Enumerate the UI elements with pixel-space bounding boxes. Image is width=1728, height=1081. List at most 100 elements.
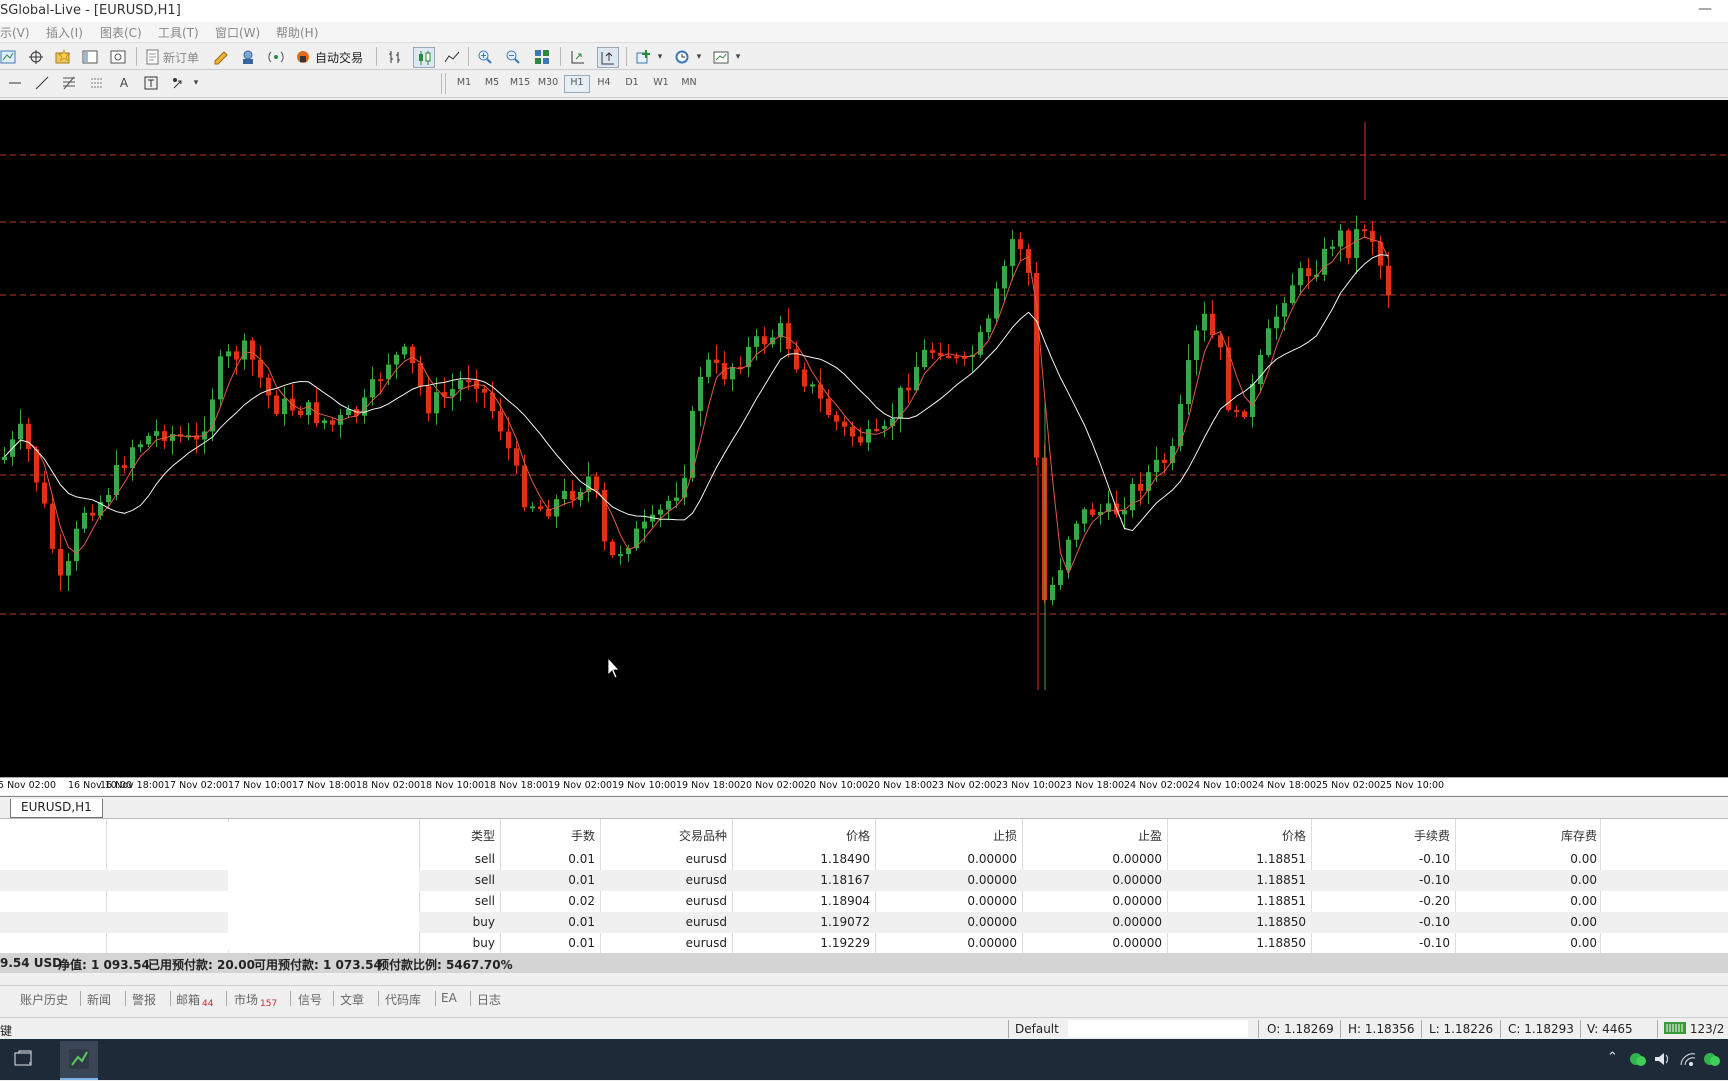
auto-trading-icon[interactable]	[293, 47, 313, 66]
task-view-icon[interactable]	[13, 1049, 33, 1073]
candle-body	[1178, 403, 1183, 447]
channel-icon[interactable]	[87, 73, 107, 92]
column-header[interactable]: 手数	[571, 827, 595, 844]
candlestick-icon[interactable]	[413, 47, 435, 68]
crosshair-icon[interactable]	[26, 47, 46, 66]
equity-text: 净值: 1 093.54	[58, 958, 150, 972]
network-icon[interactable]	[1679, 1050, 1697, 1072]
candlestick-chart-canvas[interactable]	[0, 100, 1728, 777]
new-chart-icon[interactable]	[0, 47, 18, 66]
new-order-button[interactable]: 新订单	[163, 49, 199, 66]
signals-icon[interactable]	[266, 47, 286, 66]
position-cell: 0.00	[1570, 936, 1597, 950]
text-label-icon[interactable]	[141, 73, 161, 92]
candle-body	[66, 561, 71, 576]
candle-body	[394, 354, 399, 365]
column-header[interactable]: 价格	[1282, 827, 1306, 844]
candle-body	[1242, 411, 1247, 417]
tester-icon[interactable]	[108, 47, 128, 66]
text-tool-icon[interactable]: A	[114, 73, 134, 92]
menu-view[interactable]: 示(V)	[0, 24, 30, 41]
terminal-tab[interactable]: EA	[441, 991, 457, 1005]
navigator-icon[interactable]	[80, 47, 100, 66]
tray-chevron-icon[interactable]: ⌃	[1607, 1050, 1618, 1065]
chevron-down-icon[interactable]: ▾	[728, 47, 748, 66]
column-header[interactable]: 类型	[471, 827, 495, 844]
line-chart-icon[interactable]	[442, 47, 462, 66]
zoom-out-icon[interactable]	[503, 47, 523, 66]
chart-tab-eurusd-h1[interactable]: EURUSD,H1	[10, 799, 103, 818]
timeframe-mn[interactable]: MN	[677, 75, 701, 91]
time-axis-label: 17 Nov 02:00	[164, 780, 229, 791]
timeframe-m5[interactable]: M5	[480, 75, 504, 91]
position-cell: -0.10	[1418, 852, 1450, 866]
candle-body	[954, 356, 959, 359]
auto-trading-button[interactable]: 自动交易	[315, 49, 363, 66]
community-icon[interactable]	[238, 47, 258, 66]
fibonacci-icon[interactable]	[59, 73, 79, 92]
minimize-button[interactable]: —	[1690, 0, 1720, 22]
candle-body	[754, 336, 759, 347]
chevron-down-icon[interactable]: ▾	[650, 47, 670, 66]
column-header[interactable]: 手续费	[1414, 827, 1450, 844]
timeframe-h1[interactable]: H1	[564, 75, 590, 93]
mt4-taskbar-button[interactable]	[60, 1041, 98, 1080]
menu-window[interactable]: 窗口(W)	[215, 24, 260, 41]
favorites-icon[interactable]	[53, 47, 73, 66]
timeframe-d1[interactable]: D1	[620, 75, 644, 91]
trendline-icon[interactable]	[32, 73, 52, 92]
bar-chart-icon[interactable]	[385, 47, 405, 66]
candle-body	[522, 465, 527, 508]
position-cell: 0.00	[1570, 894, 1597, 908]
terminal-tab[interactable]: 日志	[477, 991, 501, 1008]
terminal-tab[interactable]: 市场 157	[234, 991, 277, 1009]
connection-status[interactable]: 123/2	[1664, 1022, 1724, 1036]
terminal-tab[interactable]: 代码库	[385, 991, 421, 1008]
terminal-tab[interactable]: 邮箱 44	[176, 991, 213, 1009]
terminal-tab[interactable]: 信号	[298, 991, 322, 1008]
candle-body	[218, 356, 223, 400]
terminal-tab[interactable]: 警报	[132, 991, 156, 1008]
auto-scroll-icon[interactable]	[568, 47, 588, 66]
timeframe-w1[interactable]: W1	[649, 75, 673, 91]
wechat-tray-icon[interactable]	[1629, 1050, 1647, 1072]
menu-help[interactable]: 帮助(H)	[276, 24, 318, 41]
column-header[interactable]: 价格	[846, 827, 870, 844]
chart-shift-icon[interactable]	[597, 47, 619, 68]
column-header[interactable]: 止盈	[1138, 827, 1162, 844]
terminal-tab[interactable]: 文章	[340, 991, 364, 1008]
candle-body	[426, 386, 431, 414]
metaeditor-icon[interactable]	[211, 47, 231, 66]
horizontal-line-icon[interactable]	[5, 73, 25, 92]
timeframe-h4[interactable]: H4	[592, 75, 616, 91]
terminal-tab[interactable]: 新闻	[87, 991, 111, 1008]
menu-tools[interactable]: 工具(T)	[158, 24, 199, 41]
position-cell: sell	[474, 894, 495, 908]
ohlc-open: O: 1.18269	[1267, 1022, 1334, 1036]
timeframe-m1[interactable]: M1	[452, 75, 476, 91]
chevron-down-icon[interactable]: ▾	[689, 47, 709, 66]
zoom-in-icon[interactable]	[475, 47, 495, 66]
position-cell: 0.00	[1570, 915, 1597, 929]
position-cell: 0.01	[568, 873, 595, 887]
column-header[interactable]: 库存费	[1561, 827, 1597, 844]
chevron-down-icon[interactable]: ▾	[186, 73, 206, 92]
tile-windows-icon[interactable]	[532, 47, 552, 66]
position-cell: -0.20	[1418, 894, 1450, 908]
column-header[interactable]: 交易品种	[679, 827, 727, 844]
timeframe-m30[interactable]: M30	[536, 75, 560, 91]
terminal-tab[interactable]: 账户历史	[20, 991, 68, 1008]
margin-level-text: 预付款比例: 5467.70%	[377, 958, 513, 972]
wechat-tray-icon-2[interactable]	[1703, 1050, 1721, 1072]
menu-charts[interactable]: 图表(C)	[100, 24, 142, 41]
candle-body	[1194, 330, 1199, 361]
candle-body	[802, 369, 807, 387]
new-order-icon[interactable]	[143, 47, 163, 66]
menu-insert[interactable]: 插入(I)	[46, 24, 83, 41]
column-header[interactable]: 止损	[993, 827, 1017, 844]
volume-icon[interactable]	[1653, 1050, 1671, 1072]
profile-name[interactable]: Default	[1015, 1022, 1059, 1036]
timeframe-m15[interactable]: M15	[508, 75, 532, 91]
price-chart[interactable]	[0, 100, 1728, 777]
candle-body	[274, 395, 279, 415]
